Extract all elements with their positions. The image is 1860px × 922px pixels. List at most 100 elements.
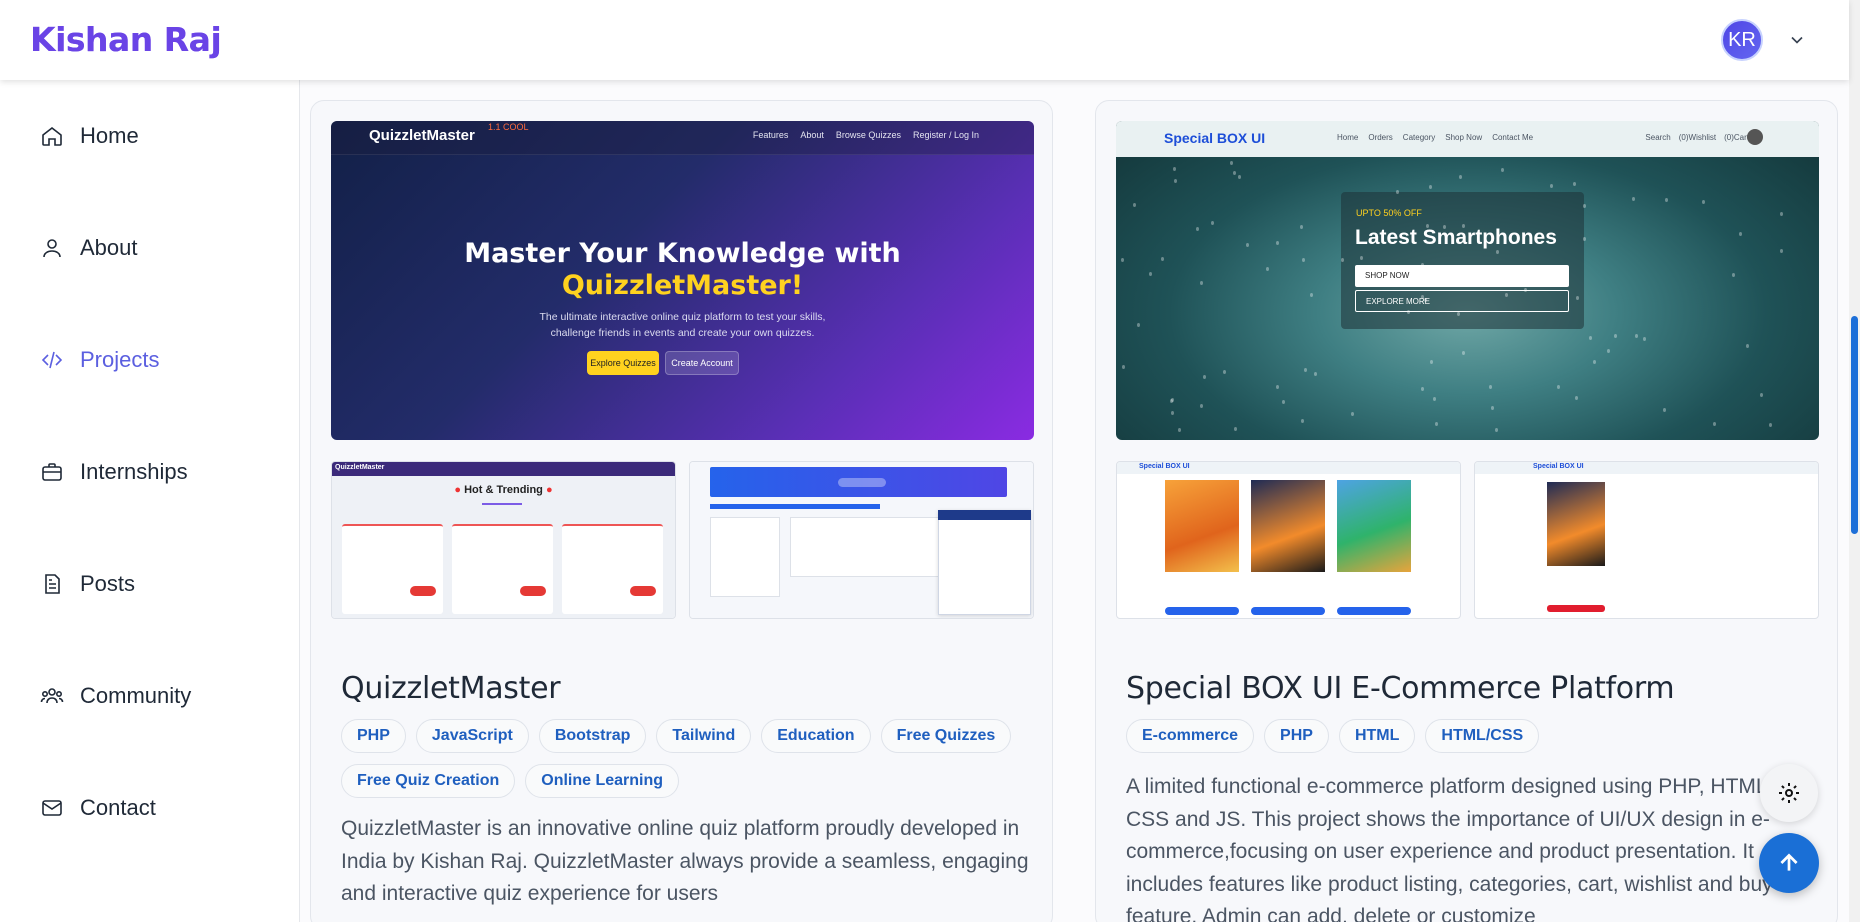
sidebar-item-internships[interactable]: Internships <box>40 452 188 492</box>
raindrop-decoration <box>1443 225 1446 229</box>
raindrop-decoration <box>1462 351 1465 355</box>
gear-icon <box>1779 783 1799 803</box>
raindrop-decoration <box>1133 203 1136 207</box>
preview-subtitle-line: The ultimate interactive online quiz pla… <box>539 311 826 323</box>
tag[interactable]: Education <box>761 719 871 753</box>
raindrop-decoration <box>1170 399 1173 403</box>
raindrop-decoration <box>1421 387 1424 391</box>
raindrop-decoration <box>1593 360 1596 364</box>
raindrop-decoration <box>1196 227 1199 231</box>
sidebar-item-home[interactable]: Home <box>40 116 139 156</box>
arrow-up-icon <box>1780 853 1798 871</box>
raindrop-decoration <box>1341 258 1344 262</box>
preview-right-nav: Search (0)Wishlist (0)Cart <box>1645 133 1749 142</box>
tag[interactable]: Free Quiz Creation <box>341 764 516 798</box>
preview-explore-button: EXPLORE MORE <box>1355 290 1569 312</box>
project-card[interactable]: QuizzletMaster 1.1 COOL Features About B… <box>310 100 1053 922</box>
user-icon <box>43 239 61 258</box>
thumbnail-logo: Special BOX UI <box>1139 463 1190 470</box>
preview-explore-button: Explore Quizzes <box>587 351 659 375</box>
chevron-down-icon[interactable] <box>1787 30 1807 50</box>
document-icon <box>45 574 60 594</box>
raindrop-decoration <box>1663 408 1666 412</box>
users-icon <box>40 688 64 704</box>
raindrop-decoration <box>1495 428 1498 432</box>
tag[interactable]: PHP <box>341 719 406 753</box>
raindrop-decoration <box>1429 280 1432 284</box>
raindrop-decoration <box>1573 182 1576 186</box>
sidebar-item-label: Home <box>80 123 139 148</box>
preview-nav-item: Features <box>752 130 789 140</box>
preview-nav-item: Home <box>1337 133 1359 142</box>
brand-logo[interactable]: Kishan Raj <box>30 20 222 59</box>
mail-icon <box>42 800 62 816</box>
tag[interactable]: Free Quizzes <box>880 719 1012 753</box>
thumbnail-logo: Special BOX UI <box>1533 463 1584 470</box>
project-thumbnail[interactable]: QuizzletMaster ● Hot & Trending ● <box>331 461 676 619</box>
raindrop-decoration <box>1739 232 1742 236</box>
raindrop-decoration <box>1276 385 1279 389</box>
raindrop-decoration <box>1203 375 1206 379</box>
preview-nav: Features About Browse Quizzes Register /… <box>753 130 979 140</box>
raindrop-decoration <box>1421 263 1424 267</box>
raindrop-decoration <box>1122 365 1125 369</box>
preview-create-account-button: Create Account <box>665 351 739 375</box>
tag[interactable]: PHP <box>1264 719 1329 753</box>
project-thumbnail[interactable]: Special BOX UI <box>1474 461 1819 619</box>
preview-nav-item: (0)Cart <box>1724 133 1749 142</box>
raindrop-decoration <box>1282 400 1285 404</box>
preview-nav-item: Browse Quizzes <box>835 130 901 140</box>
sidebar-item-contact[interactable]: Contact <box>40 788 156 828</box>
tag[interactable]: HTML <box>1338 719 1416 753</box>
preview-avatar <box>1747 129 1763 145</box>
tag[interactable]: HTML/CSS <box>1425 719 1540 753</box>
sidebar-item-label: Posts <box>80 571 136 596</box>
top-header: Kishan Raj KR <box>0 0 1849 80</box>
raindrop-decoration <box>1635 334 1638 338</box>
preview-subtitle: The ultimate interactive online quiz pla… <box>331 309 1034 341</box>
preview-nav-item: Shop Now <box>1445 133 1483 142</box>
project-thumbnail[interactable] <box>689 461 1034 619</box>
raindrop-decoration <box>1276 241 1279 245</box>
raindrop-decoration <box>1746 344 1749 348</box>
sidebar-item-projects[interactable]: Projects <box>40 340 159 380</box>
project-title: Special BOX UI E-Commerce Platform <box>1126 671 1675 706</box>
project-preview-image[interactable]: Special BOX UI Home Orders Category Shop… <box>1116 121 1819 440</box>
raindrop-decoration <box>1491 406 1494 410</box>
raindrop-decoration <box>1310 293 1313 297</box>
tag[interactable]: Bootstrap <box>538 719 647 753</box>
raindrop-decoration <box>1178 428 1181 432</box>
settings-button[interactable] <box>1760 764 1818 822</box>
user-avatar[interactable]: KR <box>1721 19 1763 61</box>
raindrop-decoration <box>1149 272 1152 276</box>
scrollbar[interactable] <box>1849 0 1860 922</box>
raindrop-decoration <box>1424 298 1427 302</box>
scroll-to-top-button[interactable] <box>1759 833 1819 893</box>
tag[interactable]: Tailwind <box>656 719 752 753</box>
raindrop-decoration <box>1526 272 1529 276</box>
preview-nav-item: Category <box>1402 133 1436 142</box>
raindrop-decoration <box>1238 175 1241 179</box>
raindrop-decoration <box>1607 349 1610 353</box>
preview-badge: 1.1 COOL <box>488 122 529 132</box>
raindrop-decoration <box>1523 280 1526 284</box>
project-thumbnail[interactable]: Special BOX UI <box>1116 461 1461 619</box>
raindrop-decoration <box>1233 171 1236 175</box>
scrollbar-thumb[interactable] <box>1851 316 1858 534</box>
thumbnail-heading-text: Hot & Trending <box>464 484 543 496</box>
raindrop-decoration <box>1483 275 1486 279</box>
raindrop-decoration <box>1713 422 1716 426</box>
preview-subtitle-line: challenge friends in events and create y… <box>550 327 815 339</box>
tag[interactable]: E-commerce <box>1126 719 1255 753</box>
tag[interactable]: Online Learning <box>525 764 680 798</box>
sidebar-item-posts[interactable]: Posts <box>40 564 135 604</box>
raindrop-decoration <box>1524 288 1527 292</box>
project-card[interactable]: Special BOX UI Home Orders Category Shop… <box>1095 100 1838 922</box>
raindrop-decoration <box>1300 225 1303 229</box>
project-preview-image[interactable]: QuizzletMaster 1.1 COOL Features About B… <box>331 121 1034 440</box>
sidebar-item-community[interactable]: Community <box>40 676 191 716</box>
tag[interactable]: JavaScript <box>415 719 529 753</box>
thumbnail-logo: QuizzletMaster <box>335 464 385 471</box>
raindrop-decoration <box>1302 258 1305 262</box>
sidebar-item-about[interactable]: About <box>40 228 138 268</box>
